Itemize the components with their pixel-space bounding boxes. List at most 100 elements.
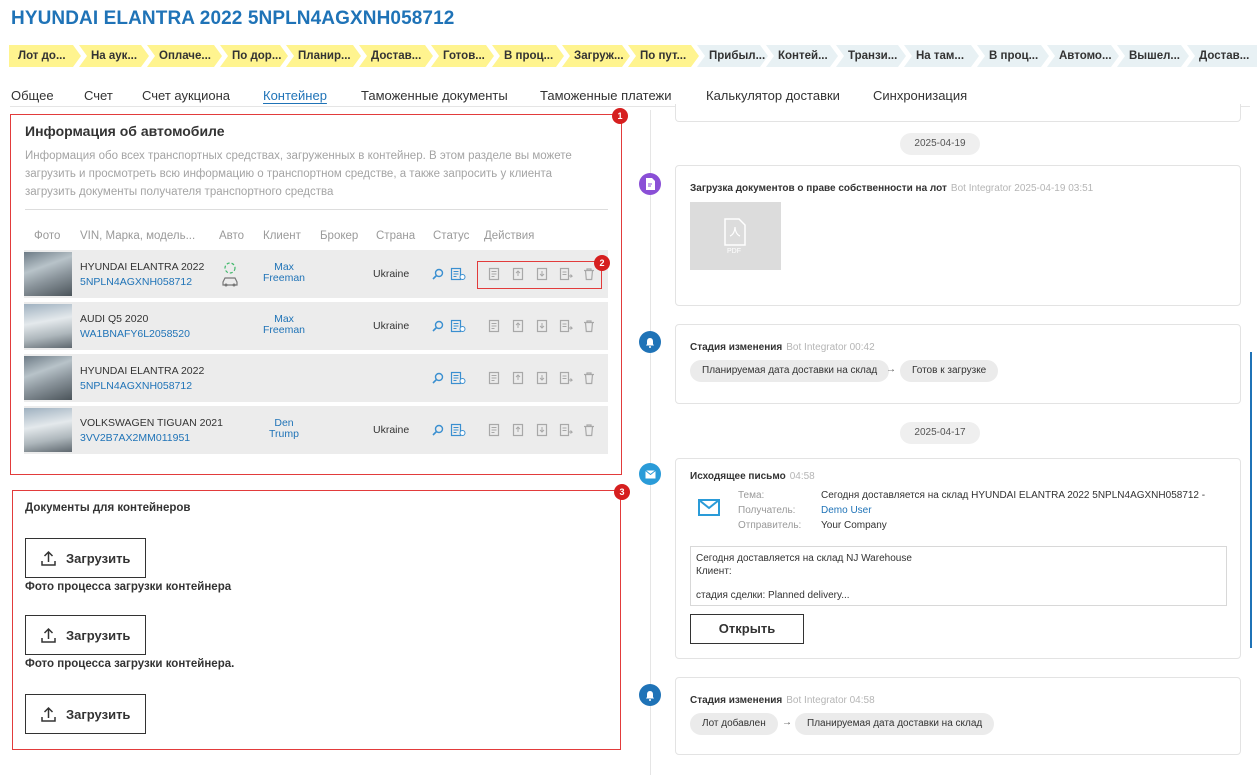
container-photo-caption: Фото процесса загрузки контейнера [25, 581, 232, 593]
stage-8[interactable]: В проц... [492, 45, 564, 67]
tab-6[interactable]: Таможенные платежи [540, 88, 672, 103]
tab-2[interactable]: Счет [84, 88, 113, 103]
upload-label: Загрузить [66, 707, 131, 722]
vehicles-divider [25, 209, 608, 210]
vehicle-name: VOLKSWAGEN TIGUAN 2021 [80, 417, 223, 429]
stage-4[interactable]: По дор... [220, 45, 288, 67]
vehicle-vin-link[interactable]: WA1BNAFY6L2058520 [80, 328, 190, 340]
invoice-status-icon[interactable] [450, 319, 466, 333]
stage-arrow: → [782, 717, 792, 728]
vehicle-country: Ukraine [373, 424, 410, 436]
tab-8[interactable]: Синхронизация [873, 88, 967, 103]
upload-doc-icon[interactable] [511, 319, 525, 333]
row-actions [487, 421, 602, 439]
stage-10[interactable]: По пут... [628, 45, 699, 67]
client-link[interactable]: Den Trump [254, 418, 314, 440]
search-icon[interactable] [431, 267, 445, 281]
tab-4[interactable]: Контейнер [263, 88, 327, 103]
stage-change-title: Стадия изменения Bot Integrator 00:42 [690, 342, 875, 353]
pdf-thumbnail[interactable]: PDF [690, 202, 781, 270]
vehicle-photo[interactable] [24, 356, 72, 400]
vehicle-photo[interactable] [24, 304, 72, 348]
stage-2[interactable]: На аук... [79, 45, 149, 67]
download-doc-icon[interactable] [535, 423, 549, 437]
stage-16[interactable]: Автомо... [1047, 45, 1119, 67]
bell-icon [639, 684, 661, 706]
download-doc-icon[interactable] [535, 371, 549, 385]
send-doc-icon[interactable] [559, 423, 573, 437]
date-separator-2: 2025-04-17 [900, 422, 980, 444]
vehicle-country: Ukraine [373, 320, 410, 332]
document-icon[interactable] [487, 319, 501, 333]
table-row[interactable]: VOLKSWAGEN TIGUAN 2021 3VV2B7AX2MM011951… [24, 406, 608, 454]
email-card: Исходящее письмо 04:58 Тема: Сегодня дост… [675, 458, 1241, 659]
tab-3[interactable]: Счет аукциона [142, 88, 230, 103]
vehicle-vin-link[interactable]: 5NPLN4AGXNH058712 [80, 276, 192, 288]
status-icons [431, 317, 471, 335]
document-icon[interactable] [487, 371, 501, 385]
stage-18[interactable]: Достав... [1187, 45, 1257, 67]
stage-17[interactable]: Вышел... [1117, 45, 1189, 67]
status-icons [431, 265, 471, 283]
upload-button-1[interactable]: Загрузить [25, 538, 146, 578]
trash-icon[interactable] [582, 423, 596, 437]
stage-13[interactable]: Транзи... [836, 45, 906, 67]
stage-14[interactable]: На там... [904, 45, 979, 67]
trash-icon[interactable] [582, 371, 596, 385]
table-row[interactable]: AUDI Q5 2020 WA1BNAFY6L2058520 Max Freeman… [24, 302, 608, 350]
stage-5[interactable]: Планир... [286, 45, 361, 67]
upload-doc-icon[interactable] [511, 423, 525, 437]
stage-from-pill: Планируемая дата доставки на склад [690, 360, 890, 382]
vehicles-title: Информация об автомобиле [25, 123, 225, 139]
row-actions [487, 317, 602, 335]
search-icon[interactable] [431, 371, 445, 385]
invoice-status-icon[interactable] [450, 371, 466, 385]
download-doc-icon[interactable] [535, 319, 549, 333]
column-header-actions: Действия [484, 230, 535, 242]
send-doc-icon[interactable] [559, 371, 573, 385]
trash-icon[interactable] [582, 319, 596, 333]
vehicle-vin-link[interactable]: 5NPLN4AGXNH058712 [80, 380, 192, 392]
email-body-line: стадия сделки: Planned delivery... [696, 590, 850, 601]
email-recipient-link[interactable]: Demo User [821, 505, 872, 516]
stage-1[interactable]: Лот до... [9, 45, 81, 67]
search-icon[interactable] [431, 319, 445, 333]
tab-1[interactable]: Общее [11, 88, 54, 103]
invoice-status-icon[interactable] [450, 423, 466, 437]
column-header-photo: Фото [34, 230, 61, 242]
tab-7[interactable]: Калькулятор доставки [706, 88, 840, 103]
invoice-status-icon[interactable] [450, 267, 466, 281]
client-link[interactable]: Max Freeman [254, 262, 314, 284]
table-row[interactable]: HYUNDAI ELANTRA 2022 5NPLN4AGXNH058712 [24, 354, 608, 402]
vehicle-photo[interactable] [24, 252, 72, 296]
document-icon[interactable] [487, 423, 501, 437]
stage-change-card-2: Стадия изменения Bot Integrator 04:58 Лот… [675, 677, 1241, 755]
status-icons [431, 369, 471, 387]
stage-6[interactable]: Достав... [359, 45, 433, 67]
actions-highlight-box [477, 261, 602, 289]
tab-5[interactable]: Таможенные документы [361, 88, 508, 103]
vehicle-vin-link[interactable]: 3VV2B7AX2MM011951 [80, 432, 190, 444]
vehicle-photo[interactable] [24, 408, 72, 452]
stage-3[interactable]: Оплаче... [147, 45, 222, 67]
upload-button-3[interactable]: Загрузить [25, 694, 146, 734]
stage-from-pill: Лот добавлен [690, 713, 778, 735]
stage-12[interactable]: Контей... [766, 45, 838, 67]
stage-7[interactable]: Готов... [431, 45, 494, 67]
upload-button-2[interactable]: Загрузить [25, 615, 146, 655]
stage-15[interactable]: В проц... [977, 45, 1049, 67]
send-doc-icon[interactable] [559, 319, 573, 333]
recipient-label: Получатель: [738, 505, 796, 516]
stage-9[interactable]: Загруж... [562, 45, 630, 67]
bell-icon [639, 331, 661, 353]
stage-to-pill: Планируемая дата доставки на склад [795, 713, 995, 735]
search-icon[interactable] [431, 423, 445, 437]
scrollbar-thumb[interactable] [1250, 352, 1252, 648]
open-email-button[interactable]: Открыть [690, 614, 804, 644]
annotation-badge-3: 3 [614, 484, 630, 500]
previous-event-card [675, 104, 1241, 122]
client-link[interactable]: Max Freeman [254, 314, 314, 336]
upload-label: Загрузить [66, 551, 131, 566]
stage-11[interactable]: Прибыл... [697, 45, 768, 67]
upload-doc-icon[interactable] [511, 371, 525, 385]
